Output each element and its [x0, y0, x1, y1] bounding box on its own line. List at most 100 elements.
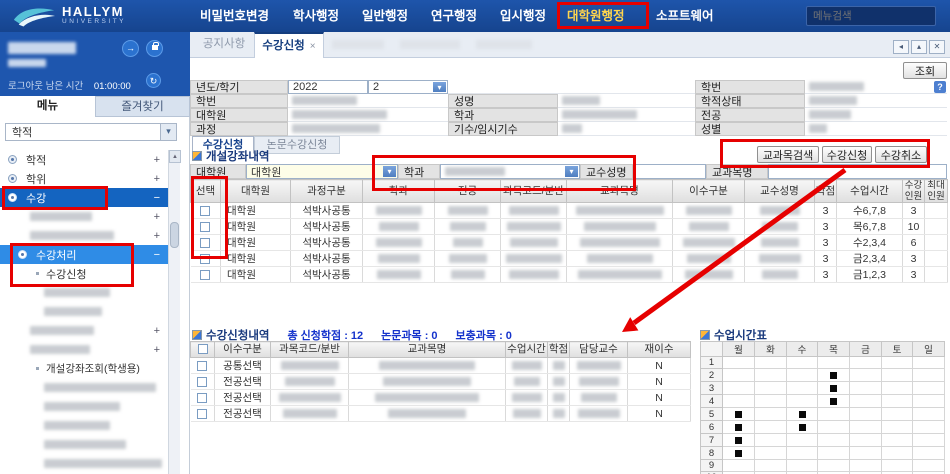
- row-checkbox[interactable]: [200, 206, 210, 216]
- sidebar-tab-menu[interactable]: 메뉴: [0, 96, 95, 117]
- timetable-cell: [818, 369, 850, 382]
- year-input[interactable]: 2022: [288, 80, 368, 94]
- semester-select[interactable]: 2▾: [368, 80, 448, 94]
- redacted-text: [375, 393, 479, 402]
- timetable-cell: [723, 421, 755, 434]
- row-checkbox[interactable]: [200, 270, 210, 280]
- refresh-timer-icon[interactable]: ↻: [146, 73, 161, 88]
- menu-category-value: 학적: [6, 124, 160, 140]
- nav-general-admin[interactable]: 일반행정: [362, 0, 408, 32]
- scrollbar-thumb[interactable]: [170, 222, 179, 248]
- timetable-cell: [755, 408, 787, 421]
- chevron-down-icon[interactable]: ▾: [383, 166, 396, 177]
- select-all-checkbox[interactable]: [198, 344, 208, 354]
- node-icon: [8, 193, 17, 202]
- expand-icon[interactable]: +: [154, 154, 160, 166]
- timetable-cell: [755, 447, 787, 460]
- redacted-text: [453, 238, 483, 247]
- redacted-text: [377, 270, 421, 279]
- tree-item-sugang[interactable]: 수강−: [0, 188, 168, 207]
- menu-search-input[interactable]: [807, 10, 950, 22]
- filter-professor-input[interactable]: [633, 164, 706, 179]
- row-checkbox[interactable]: [197, 361, 207, 371]
- tree-item-hakwi[interactable]: 학위+: [0, 169, 168, 188]
- scroll-up-icon[interactable]: ▲: [169, 150, 181, 163]
- menu-category-select[interactable]: 학적 ▾: [5, 123, 177, 141]
- expand-icon[interactable]: +: [154, 325, 160, 337]
- redacted-text: [762, 222, 798, 231]
- offered-courses-title: 개설강좌내역: [192, 148, 269, 164]
- tab-course-registration[interactable]: 수강신청×: [254, 32, 324, 58]
- tree-item-redacted[interactable]: [0, 283, 168, 302]
- tree-item-gaeseol-gangjwa[interactable]: 개설강좌조회(학생용): [0, 359, 168, 378]
- menu-search-box[interactable]: [806, 6, 936, 26]
- redacted-text: [553, 377, 565, 386]
- sidebar-tab-favorites[interactable]: 즐겨찾기: [95, 96, 190, 117]
- redacted-text: [809, 96, 857, 105]
- timetable-period-label: 5: [701, 408, 723, 421]
- leaf-dot-icon: [36, 367, 39, 370]
- tab-scroll-left-icon[interactable]: ◂: [893, 40, 909, 54]
- close-all-tabs-icon[interactable]: ✕: [929, 40, 945, 54]
- tree-item-redacted[interactable]: +: [0, 226, 168, 245]
- row-checkbox[interactable]: [197, 409, 207, 419]
- tab-redacted[interactable]: [332, 40, 384, 49]
- logout-icon[interactable]: →: [122, 40, 139, 57]
- tab-close-icon[interactable]: ×: [310, 41, 316, 52]
- timetable-day-header: 금: [850, 342, 882, 357]
- nav-admission-admin[interactable]: 입시행정: [500, 0, 546, 32]
- tree-item-sugang-cheori[interactable]: 수강처리−: [0, 245, 168, 264]
- chevron-down-icon[interactable]: ▾: [565, 166, 578, 177]
- tree-item-hakjeok[interactable]: 학적+: [0, 150, 168, 169]
- tree-item-sugang-sincheong[interactable]: 수강신청: [0, 264, 168, 283]
- redacted-text: [383, 377, 471, 386]
- filter-grad-select[interactable]: 대학원▾: [246, 164, 398, 179]
- tab-notice[interactable]: 공지사항: [196, 32, 252, 58]
- redacted-text: [562, 124, 582, 133]
- help-icon[interactable]: ?: [934, 81, 946, 93]
- timetable-cell: [850, 447, 882, 460]
- tree-item-redacted[interactable]: +: [0, 340, 168, 359]
- expand-icon[interactable]: +: [154, 211, 160, 223]
- nav-academic-admin[interactable]: 학사행정: [293, 0, 339, 32]
- expand-icon[interactable]: +: [154, 344, 160, 356]
- cancel-registration-button[interactable]: 수강취소: [875, 146, 927, 163]
- tree-item-redacted[interactable]: [0, 435, 168, 454]
- tab-scroll-up-icon[interactable]: ▴: [911, 40, 927, 54]
- timetable-period-label: 4: [701, 395, 723, 408]
- query-button[interactable]: 조회: [903, 62, 947, 79]
- filter-course-name-input[interactable]: [768, 164, 947, 179]
- row-checkbox[interactable]: [197, 393, 207, 403]
- collapse-icon[interactable]: −: [154, 192, 160, 204]
- tab-redacted[interactable]: [400, 40, 460, 49]
- tree-item-redacted[interactable]: [0, 416, 168, 435]
- tree-item-redacted[interactable]: [0, 378, 168, 397]
- tree-item-redacted[interactable]: [0, 397, 168, 416]
- tree-item-redacted[interactable]: +: [0, 207, 168, 226]
- tree-item-redacted[interactable]: [0, 302, 168, 321]
- nav-software[interactable]: 소프트웨어: [656, 0, 714, 32]
- chevron-down-icon[interactable]: ▾: [433, 82, 446, 92]
- row-checkbox[interactable]: [200, 254, 210, 264]
- row-checkbox[interactable]: [200, 238, 210, 248]
- leaf-dot-icon: [36, 272, 39, 275]
- lock-icon[interactable]: [146, 40, 163, 57]
- expand-icon[interactable]: +: [154, 173, 160, 185]
- nav-password-change[interactable]: 비밀번호변경: [200, 0, 269, 32]
- timetable-cell: [723, 434, 755, 447]
- sidebar-scrollbar[interactable]: ▲: [168, 150, 180, 474]
- redacted-text: [577, 361, 621, 370]
- filter-dept-select[interactable]: ▾: [440, 164, 580, 179]
- tree-item-redacted[interactable]: [0, 454, 168, 473]
- nav-graduate-admin[interactable]: 대학원행정: [567, 0, 625, 32]
- course-search-button[interactable]: 교과목검색: [757, 146, 819, 163]
- row-checkbox[interactable]: [197, 377, 207, 387]
- register-button[interactable]: 수강신청: [822, 146, 872, 163]
- tab-redacted[interactable]: [476, 40, 532, 49]
- expand-icon[interactable]: +: [154, 230, 160, 242]
- tree-item-redacted[interactable]: +: [0, 321, 168, 340]
- row-checkbox[interactable]: [200, 222, 210, 232]
- collapse-icon[interactable]: −: [154, 249, 160, 261]
- chevron-down-icon[interactable]: ▾: [160, 124, 176, 140]
- nav-research-admin[interactable]: 연구행정: [431, 0, 477, 32]
